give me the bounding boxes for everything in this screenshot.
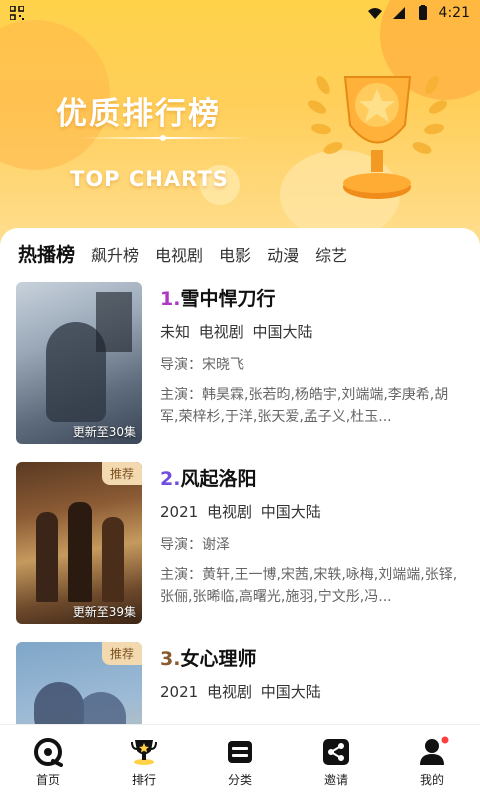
nav-label: 首页 <box>35 773 60 787</box>
qr-icon <box>10 6 24 20</box>
category-icon <box>228 741 252 763</box>
item-title: 女心理师 <box>180 648 257 670</box>
wifi-icon <box>367 8 382 19</box>
signal-icon <box>392 7 405 19</box>
nav-label: 我的 <box>419 773 444 787</box>
hero-subtitle: TOP CHARTS <box>70 167 229 191</box>
item-title-row[interactable]: 2.风起洛阳 <box>160 464 460 491</box>
nav-label: 分类 <box>227 773 252 787</box>
list-item[interactable]: 推荐 更新至39集 2.风起洛阳 2021 电视剧 中国大陆 导演：谢泽 主演：… <box>0 462 480 642</box>
ranking-tabs: 热播榜 飙升榜 电视剧 电影 动漫 综艺 <box>18 240 347 267</box>
item-director: 导演：宋晓飞 <box>160 357 244 373</box>
share-icon <box>323 739 349 765</box>
ranking-list: 更新至30集 1.雪中悍刀行 未知 电视剧 中国大陆 导演：宋晓飞 主演：韩昊霖… <box>0 282 480 724</box>
nav-profile[interactable]: 我的 <box>392 736 472 788</box>
item-title: 雪中悍刀行 <box>180 288 276 310</box>
hero-banner: 4:21 优质排行榜 TOP CHARTS <box>0 0 480 260</box>
rank-number: 2. <box>160 468 181 490</box>
nav-category[interactable]: 分类 <box>200 737 280 788</box>
update-label: 更新至30集 <box>72 425 136 439</box>
item-title-row[interactable]: 1.雪中悍刀行 <box>160 284 460 311</box>
item-meta: 2021 电视剧 中国大陆 <box>160 503 321 521</box>
tab-anime[interactable]: 动漫 <box>267 242 299 266</box>
nav-home[interactable]: 首页 <box>8 737 88 788</box>
tab-movie[interactable]: 电影 <box>219 242 251 266</box>
list-item[interactable]: 更新至30集 1.雪中悍刀行 未知 电视剧 中国大陆 导演：宋晓飞 主演：韩昊霖… <box>0 282 480 462</box>
tab-tv[interactable]: 电视剧 <box>155 242 203 266</box>
poster-image[interactable]: 更新至30集 <box>16 282 142 444</box>
profile-icon <box>420 736 449 765</box>
recommend-badge: 推荐 <box>101 642 142 665</box>
nav-ranking[interactable]: 排行 <box>104 737 184 788</box>
status-time: 4:21 <box>438 5 470 21</box>
rank-number: 1. <box>160 288 181 310</box>
poster-image[interactable]: 推荐 更新至39集 <box>16 462 142 624</box>
item-info: 2.风起洛阳 2021 电视剧 中国大陆 导演：谢泽 主演：黄轩,王一博,宋茜,… <box>160 464 460 608</box>
recommend-badge: 推荐 <box>101 462 142 485</box>
notification-dot <box>441 736 449 744</box>
battery-icon <box>418 5 427 20</box>
list-item[interactable]: 推荐 3.女心理师 2021 电视剧 中国大陆 <box>0 642 480 724</box>
item-title-row[interactable]: 3.女心理师 <box>160 644 460 671</box>
status-bar: 4:21 <box>0 0 480 26</box>
tab-variety[interactable]: 综艺 <box>315 242 347 266</box>
hero-title: 优质排行榜 <box>56 96 221 132</box>
tab-hot[interactable]: 热播榜 <box>18 240 75 267</box>
item-cast: 主演：韩昊霖,张若昀,杨皓宇,刘端端,李庚希,胡军,荣梓杉,于洋,张天爱,孟子义… <box>160 387 449 425</box>
item-director: 导演：谢泽 <box>160 537 230 553</box>
item-info: 3.女心理师 2021 电视剧 中国大陆 <box>160 644 460 702</box>
update-label: 更新至39集 <box>72 605 136 619</box>
bottom-nav: 首页 排行 分类 邀请 我的 <box>0 724 480 800</box>
hero-divider-dot <box>160 135 166 141</box>
trophy-icon <box>131 740 157 765</box>
item-cast: 主演：黄轩,王一博,宋茜,宋轶,咏梅,刘端端,张铎,张俪,张晞临,高曙光,施羽,… <box>160 567 458 605</box>
poster-image[interactable]: 推荐 <box>16 642 142 724</box>
home-icon <box>34 738 63 767</box>
item-meta: 未知 电视剧 中国大陆 <box>160 323 313 341</box>
item-title: 风起洛阳 <box>180 468 257 490</box>
nav-label: 邀请 <box>323 773 348 787</box>
rank-number: 3. <box>160 648 181 670</box>
ranking-panel: 热播榜 飙升榜 电视剧 电影 动漫 综艺 更新至30集 1.雪中悍刀行 未知 电… <box>0 228 480 724</box>
nav-invite[interactable]: 邀请 <box>296 737 376 788</box>
nav-label: 排行 <box>131 773 156 787</box>
trophy-icon <box>307 75 448 199</box>
item-info: 1.雪中悍刀行 未知 电视剧 中国大陆 导演：宋晓飞 主演：韩昊霖,张若昀,杨皓… <box>160 284 460 428</box>
tab-rising[interactable]: 飙升榜 <box>91 242 139 266</box>
item-meta: 2021 电视剧 中国大陆 <box>160 683 321 701</box>
